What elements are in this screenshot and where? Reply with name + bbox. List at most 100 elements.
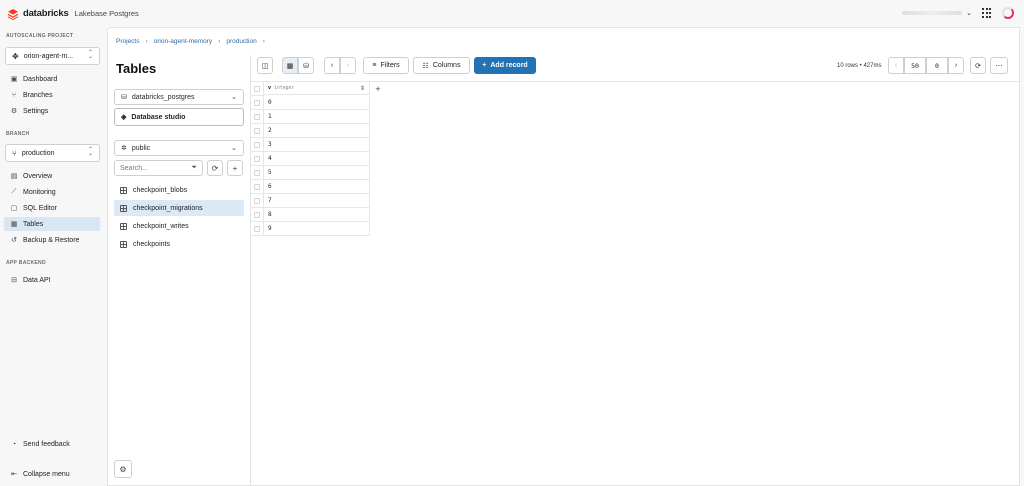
filter-icon[interactable]: ⏷ — [191, 164, 197, 172]
database-select-value: databricks_postgres — [131, 93, 195, 101]
schema-select[interactable]: ✲ public ⌄ — [114, 140, 244, 156]
database-studio-button[interactable]: ◈ Database studio — [114, 108, 244, 126]
row-checkbox[interactable] — [250, 96, 264, 110]
table-search-input[interactable]: Search... ⏷ — [114, 160, 203, 176]
project-selector[interactable]: ✥ orion-agent-m... ⌃ ⌄ — [5, 47, 100, 65]
sidebar-item-data-api[interactable]: ⊟ Data API — [4, 273, 100, 287]
cell-value[interactable]: 8 — [264, 208, 370, 222]
breadcrumb-branch[interactable]: production — [226, 38, 256, 45]
table-list-item[interactable]: checkpoint_blobs — [114, 182, 244, 198]
table-row[interactable]: 7 — [250, 194, 370, 208]
sidebar-item-backup-restore[interactable]: ↺ Backup & Restore — [4, 233, 100, 247]
table-row[interactable]: 4 — [250, 152, 370, 166]
sidebar-item-monitoring[interactable]: ⟋ Monitoring — [4, 185, 100, 199]
more-icon: ⋯ — [995, 62, 1003, 70]
columns-label: Columns — [432, 62, 461, 69]
collapse-menu-button[interactable]: ⇤ Collapse menu — [4, 467, 100, 481]
sidebar-item-overview[interactable]: ▤ Overview — [4, 169, 100, 183]
row-checkbox[interactable] — [250, 110, 264, 124]
branch-selector[interactable]: ⑂ production ⌃ ⌄ — [5, 144, 100, 162]
row-checkbox[interactable] — [250, 194, 264, 208]
send-feedback-button[interactable]: ◔ Send feedback — [4, 437, 100, 451]
cell-value[interactable]: 3 — [264, 138, 370, 152]
table-name: checkpoints — [133, 240, 170, 248]
table-list-item[interactable]: checkpoint_migrations — [114, 200, 244, 216]
sidebar-item-sql-editor[interactable]: ▢ SQL Editor — [4, 201, 100, 215]
updown-chevron-icon: ⌃ ⌄ — [87, 147, 93, 157]
limit-input[interactable]: 50 — [904, 57, 926, 74]
next-button[interactable]: › — [340, 57, 356, 74]
add-record-button[interactable]: + Add record — [474, 57, 536, 74]
apps-grid-icon[interactable] — [982, 8, 992, 18]
column-header-v[interactable]: v integer ⇕ — [264, 82, 370, 95]
row-checkbox[interactable] — [250, 222, 264, 236]
page-next-button[interactable]: › — [948, 57, 964, 74]
table-row[interactable]: 0 — [250, 96, 370, 110]
sidebar-item-label: Data API — [23, 276, 51, 284]
table-list-item[interactable]: checkpoint_writes — [114, 218, 244, 234]
sidebar-item-label: Monitoring — [23, 188, 56, 196]
cell-value[interactable]: 5 — [264, 166, 370, 180]
refresh-tables-button[interactable]: ⟳ — [207, 160, 223, 176]
schema-view-button[interactable]: ⛁ — [298, 57, 314, 74]
table-row[interactable]: 9 — [250, 222, 370, 236]
row-checkbox[interactable] — [250, 208, 264, 222]
filters-button[interactable]: ≡ Filters — [363, 57, 409, 74]
database-select[interactable]: ⛁ databricks_postgres ⌄ — [114, 89, 244, 105]
columns-button[interactable]: ☷ Columns — [413, 57, 470, 74]
sidebar-item-tables[interactable]: ▦ Tables — [4, 217, 100, 231]
table-row[interactable]: 2 — [250, 124, 370, 138]
sidebar-item-label: Branches — [23, 91, 53, 99]
breadcrumb-project[interactable]: orion-agent-memory — [154, 38, 213, 45]
workspace-switcher[interactable]: ⌄ — [902, 9, 972, 17]
search-placeholder: Search... — [120, 164, 149, 172]
offset-input[interactable]: 0 — [926, 57, 948, 74]
add-table-button[interactable]: + — [227, 160, 243, 176]
page-prev-button[interactable]: ‹ — [888, 57, 904, 74]
toggle-sidebar-button[interactable]: ◫ — [257, 57, 273, 74]
sidebar-item-dashboard[interactable]: ▣ Dashboard — [4, 72, 100, 86]
sidebar-item-label: Overview — [23, 172, 53, 180]
database-studio-label: Database studio — [131, 113, 186, 121]
row-checkbox[interactable] — [250, 124, 264, 138]
row-checkbox[interactable] — [250, 152, 264, 166]
table-row[interactable]: 6 — [250, 180, 370, 194]
cell-value[interactable]: 9 — [264, 222, 370, 236]
row-checkbox[interactable] — [250, 138, 264, 152]
cell-value[interactable]: 7 — [264, 194, 370, 208]
databricks-logo[interactable]: databricks — [7, 8, 69, 20]
table-row[interactable]: 8 — [250, 208, 370, 222]
cell-value[interactable]: 2 — [264, 124, 370, 138]
row-checkbox[interactable] — [250, 180, 264, 194]
sidebar-item-settings[interactable]: ⚙ Settings — [4, 104, 100, 118]
chevron-right-icon: › — [262, 38, 265, 45]
more-options-button[interactable]: ⋯ — [990, 57, 1008, 74]
project-icon: ✥ — [12, 51, 19, 61]
sort-icon[interactable]: ⇕ — [360, 85, 365, 92]
table-row[interactable]: 3 — [250, 138, 370, 152]
breadcrumb-projects[interactable]: Projects — [116, 38, 139, 45]
refresh-button[interactable]: ⟳ — [970, 57, 986, 74]
select-all-checkbox[interactable] — [250, 82, 264, 96]
monitoring-icon: ⟋ — [11, 188, 17, 195]
sidebar-item-branches[interactable]: ⑂ Branches — [4, 88, 100, 102]
cell-value[interactable]: 6 — [264, 180, 370, 194]
cell-value[interactable]: 1 — [264, 110, 370, 124]
table-row[interactable]: 5 — [250, 166, 370, 180]
user-avatar[interactable] — [1002, 7, 1014, 19]
prev-button[interactable]: ‹ — [324, 57, 340, 74]
checkbox — [253, 225, 260, 232]
panel-settings-button[interactable]: ⚙ — [114, 460, 132, 478]
add-column-button[interactable]: + — [370, 82, 386, 95]
table-row[interactable]: 1 — [250, 110, 370, 124]
branch-icon: ⑂ — [12, 148, 17, 158]
breadcrumb: Projects › orion-agent-memory › producti… — [116, 38, 265, 45]
checkbox — [253, 211, 260, 218]
chevron-left-icon: ‹ — [330, 62, 334, 69]
cell-value[interactable]: 0 — [264, 96, 370, 110]
table-list-item[interactable]: checkpoints — [114, 236, 244, 252]
grid-view-button[interactable]: ▦ — [282, 57, 298, 74]
cell-value[interactable]: 4 — [264, 152, 370, 166]
sidebar-item-label: Dashboard — [23, 75, 58, 83]
row-checkbox[interactable] — [250, 166, 264, 180]
